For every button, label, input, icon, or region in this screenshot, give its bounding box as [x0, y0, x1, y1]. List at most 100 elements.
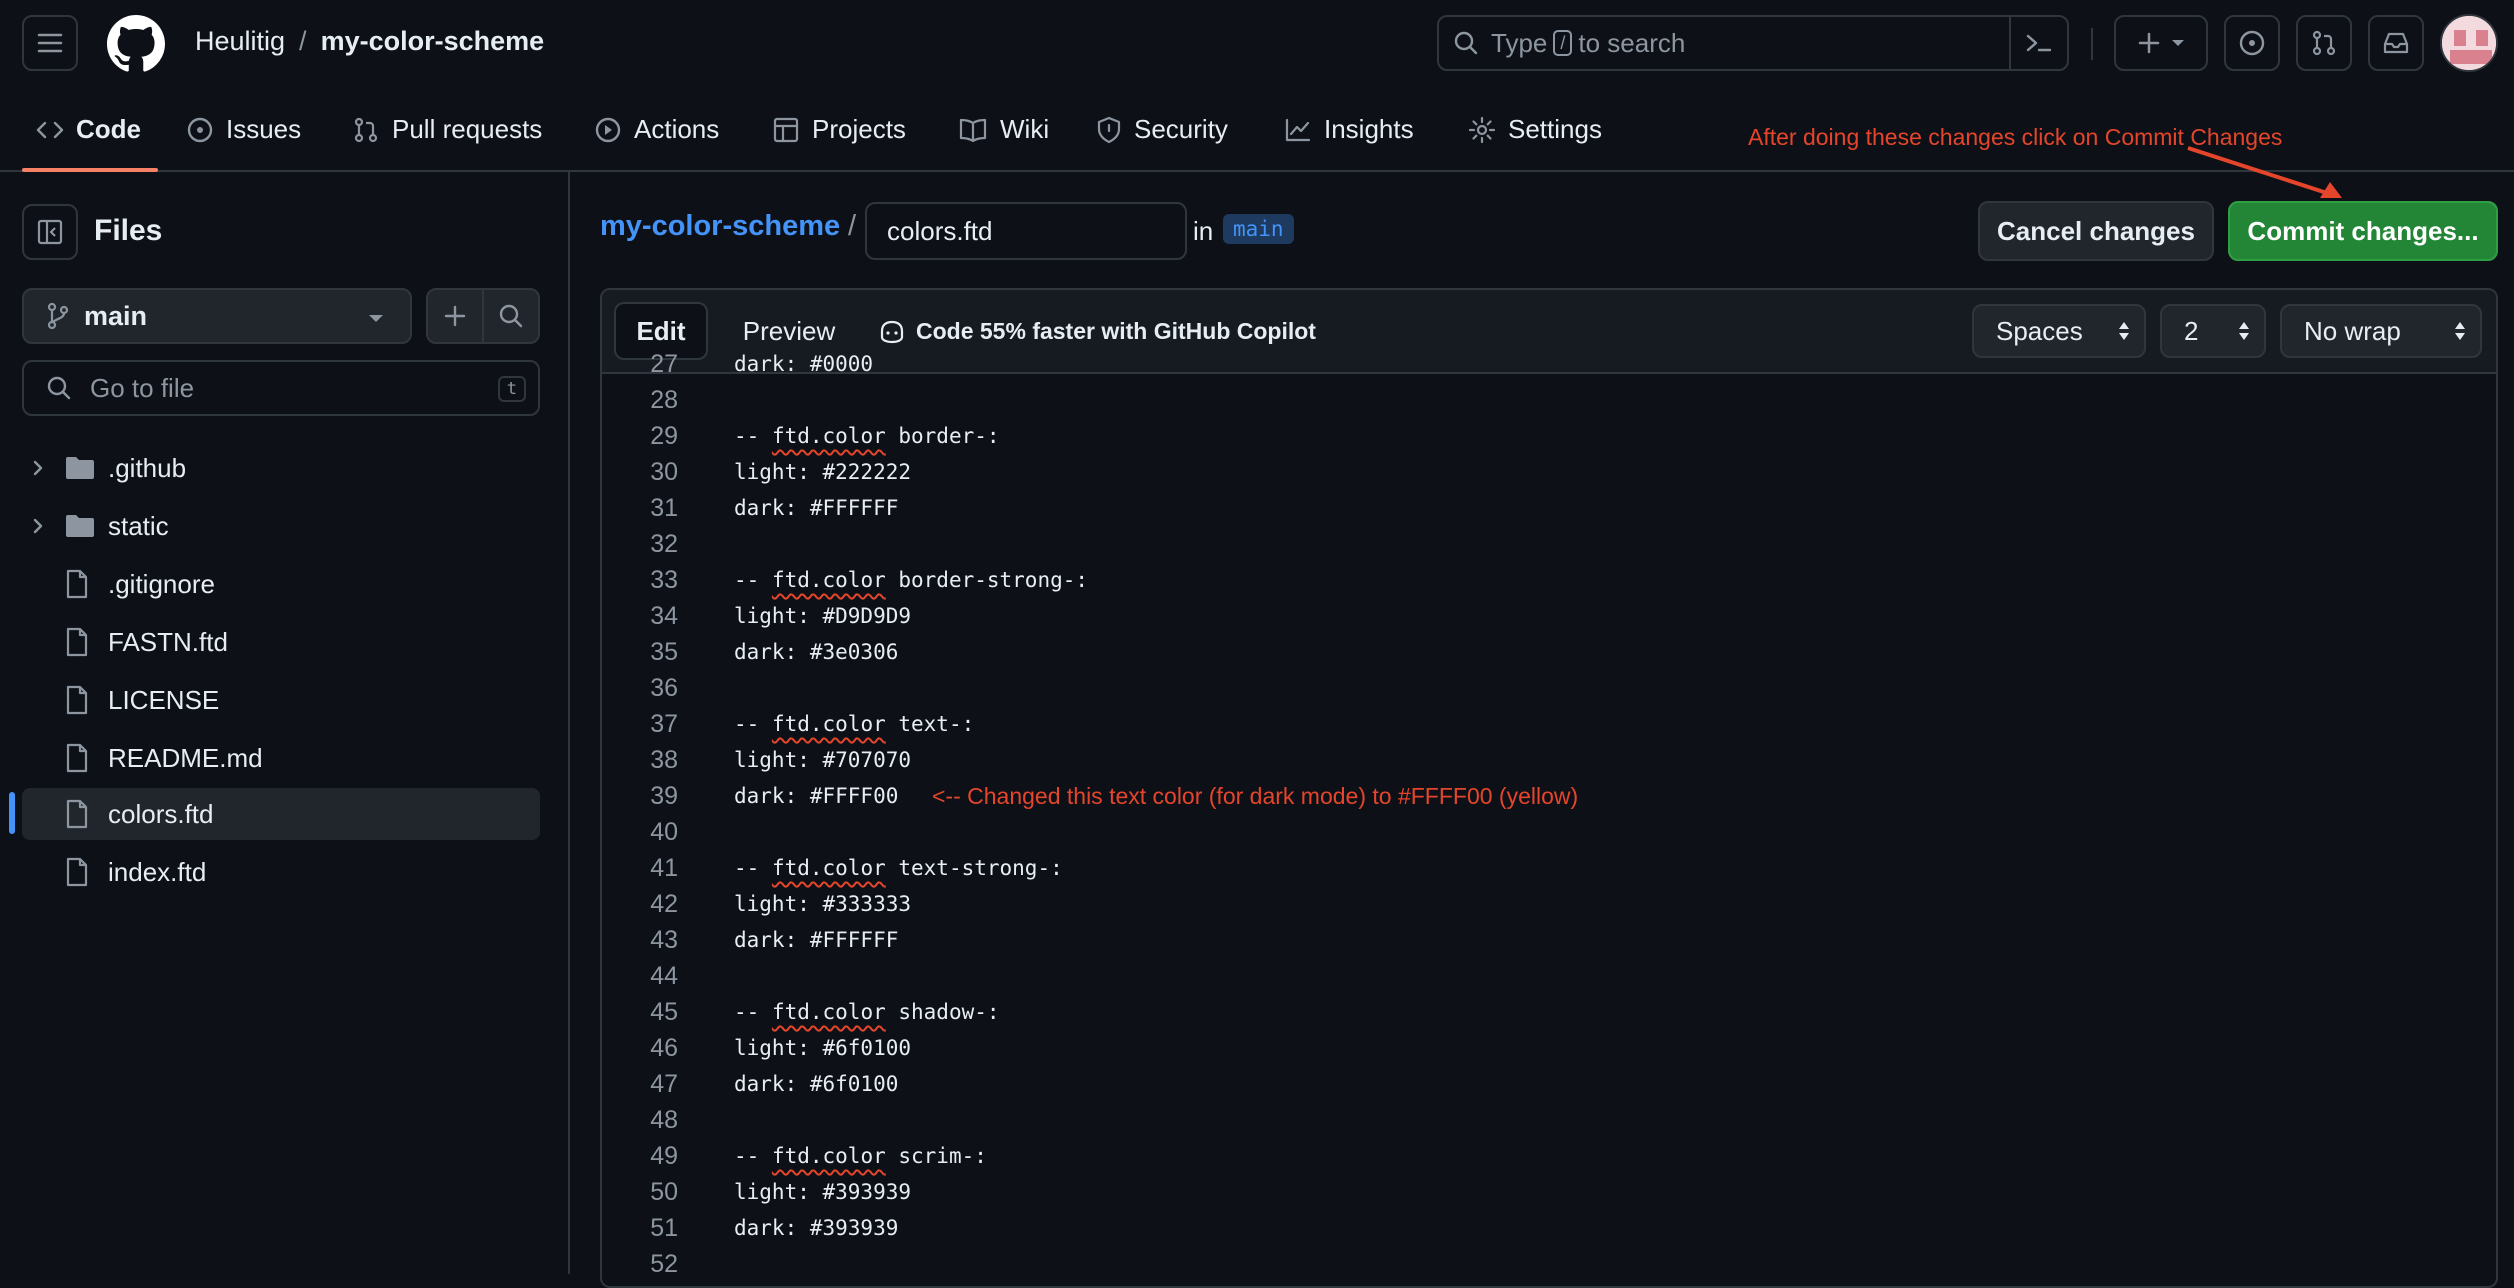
code-line[interactable]: 34 light: #D9D9D9 — [602, 598, 2496, 634]
code-line[interactable]: 27 dark: #0000 — [602, 346, 2496, 382]
code-line[interactable]: 28 — [602, 382, 2496, 418]
line-number: 37 — [650, 710, 678, 738]
code-icon — [36, 119, 64, 141]
code-line[interactable]: 31 dark: #FFFFFF — [602, 490, 2496, 526]
sidebar-collapse-icon — [36, 218, 64, 246]
tree-item-folder[interactable]: static — [22, 500, 540, 552]
search-files-button[interactable] — [482, 288, 540, 344]
tree-item-file[interactable]: README.md — [22, 732, 540, 784]
go-to-file-input[interactable]: Go to file t — [22, 360, 540, 416]
line-number: 40 — [650, 818, 678, 846]
tab-actions[interactable]: Actions — [594, 114, 719, 145]
spellcheck-keyword: ftd.color — [771, 856, 886, 880]
shield-icon — [1096, 116, 1122, 144]
code-line[interactable]: 44 — [602, 958, 2496, 994]
tree-item-label: .github — [108, 452, 187, 483]
pull-request-icon — [352, 116, 380, 144]
code-line[interactable]: 48 — [602, 1102, 2496, 1138]
sidebar-title: Files — [94, 214, 163, 247]
code-line[interactable]: 51 dark: #393939 — [602, 1210, 2496, 1246]
code-line[interactable]: 46 light: #6f0100 — [602, 1030, 2496, 1066]
line-number: 29 — [650, 422, 678, 450]
commit-changes-button[interactable]: Commit changes... — [2228, 201, 2498, 261]
go-to-file-shortcut: t — [497, 376, 526, 402]
code-line[interactable]: 45 -- ftd.color shadow-: — [602, 994, 2496, 1030]
breadcrumb-repo-link[interactable]: my-color-scheme — [600, 210, 840, 242]
tree-item-file[interactable]: .gitignore — [22, 558, 540, 610]
code-line[interactable]: 49 -- ftd.color scrim-: — [602, 1138, 2496, 1174]
tab-issues[interactable]: Issues — [186, 114, 301, 145]
graph-icon — [1284, 117, 1312, 143]
code-line[interactable]: 35 dark: #3e0306 — [602, 634, 2496, 670]
github-logo-icon[interactable] — [107, 15, 165, 73]
tree-item-file[interactable]: index.ftd — [22, 846, 540, 898]
code-area[interactable]: 27 dark: #0000 28 29 -- ftd.color border-: 30… — [602, 350, 2496, 1286]
tab-security[interactable]: Security — [1096, 114, 1228, 145]
branch-selector[interactable]: main — [22, 288, 412, 344]
header-divider — [2091, 28, 2093, 60]
search-placeholder-prefix: Type — [1491, 27, 1548, 58]
tree-item-folder[interactable]: .github — [22, 442, 540, 494]
code-line[interactable]: 47 dark: #6f0100 — [602, 1066, 2496, 1102]
code-line[interactable]: 38 light: #707070 — [602, 742, 2496, 778]
code-line[interactable]: 50 light: #393939 — [602, 1174, 2496, 1210]
code-line[interactable]: 29 -- ftd.color border-: — [602, 418, 2496, 454]
collapse-sidebar-button[interactable] — [22, 204, 78, 260]
file-icon — [64, 569, 90, 599]
tab-pull-requests[interactable]: Pull requests — [352, 114, 542, 145]
copilot-icon — [878, 319, 906, 345]
search-input[interactable]: Type / to search — [1437, 15, 2069, 71]
code-line[interactable]: 40 — [602, 814, 2496, 850]
tab-settings[interactable]: Settings — [1468, 114, 1602, 145]
cancel-changes-button[interactable]: Cancel changes — [1978, 201, 2214, 261]
tree-item-file-selected[interactable]: colors.ftd — [22, 788, 540, 840]
menu-button[interactable] — [22, 15, 78, 71]
tab-wiki[interactable]: Wiki — [958, 114, 1049, 145]
tab-security-label: Security — [1134, 114, 1228, 144]
code-line[interactable]: 42 light: #333333 — [602, 886, 2496, 922]
tree-item-file[interactable]: LICENSE — [22, 674, 540, 726]
code-line[interactable]: 30 light: #222222 — [602, 454, 2496, 490]
spellcheck-keyword: ftd.color — [771, 424, 886, 448]
issue-opened-icon — [2238, 29, 2266, 57]
filename-input[interactable]: colors.ftd — [865, 202, 1187, 260]
code-line[interactable]: 43 dark: #FFFFFF — [602, 922, 2496, 958]
code-line[interactable]: 52 — [602, 1246, 2496, 1282]
code-line[interactable]: 39 dark: #FFFF00 <-- Changed this text col… — [602, 778, 2496, 814]
create-new-button[interactable] — [2114, 15, 2208, 71]
file-icon — [64, 627, 90, 657]
add-file-button[interactable] — [426, 288, 484, 344]
line-number: 41 — [650, 854, 678, 882]
line-rest: scrim-: — [885, 1144, 987, 1168]
line-prefix: -- — [734, 1000, 772, 1024]
tree-item-label: FASTN.ftd — [108, 626, 228, 657]
line-content: light: #393939 — [734, 1180, 912, 1204]
issues-button[interactable] — [2224, 15, 2280, 71]
line-number: 27 — [650, 350, 678, 378]
tree-item-file[interactable]: FASTN.ftd — [22, 616, 540, 668]
repo-link[interactable]: my-color-scheme — [321, 26, 545, 57]
global-header: Heulitig / my-color-scheme Type / to sea… — [0, 0, 2514, 88]
tab-insights[interactable]: Insights — [1284, 114, 1414, 145]
code-line[interactable]: 36 — [602, 670, 2496, 706]
user-avatar[interactable] — [2440, 14, 2498, 72]
tab-code[interactable]: Code — [36, 114, 141, 145]
code-line[interactable]: 33 -- ftd.color border-strong-: — [602, 562, 2496, 598]
tab-projects[interactable]: Projects — [772, 114, 906, 145]
play-icon — [594, 116, 622, 144]
command-palette-button[interactable] — [2009, 17, 2067, 69]
book-icon — [958, 117, 988, 143]
pull-requests-button[interactable] — [2296, 15, 2352, 71]
search-icon — [46, 375, 72, 401]
code-line[interactable]: 37 -- ftd.color text-: — [602, 706, 2496, 742]
copilot-promo[interactable]: Code 55% faster with GitHub Copilot — [878, 318, 1316, 345]
context-separator: / — [299, 26, 307, 56]
code-line[interactable]: 32 — [602, 526, 2496, 562]
indent-size-value: 2 — [2184, 315, 2199, 346]
inbox-button[interactable] — [2368, 15, 2424, 71]
tree-item-label: static — [108, 510, 169, 541]
code-line[interactable]: 41 -- ftd.color text-strong-: — [602, 850, 2496, 886]
code-editor: Edit Preview Code 55% faster with GitHub… — [600, 288, 2498, 1288]
owner-link[interactable]: Heulitig — [195, 26, 285, 57]
line-prefix: -- — [734, 1144, 772, 1168]
